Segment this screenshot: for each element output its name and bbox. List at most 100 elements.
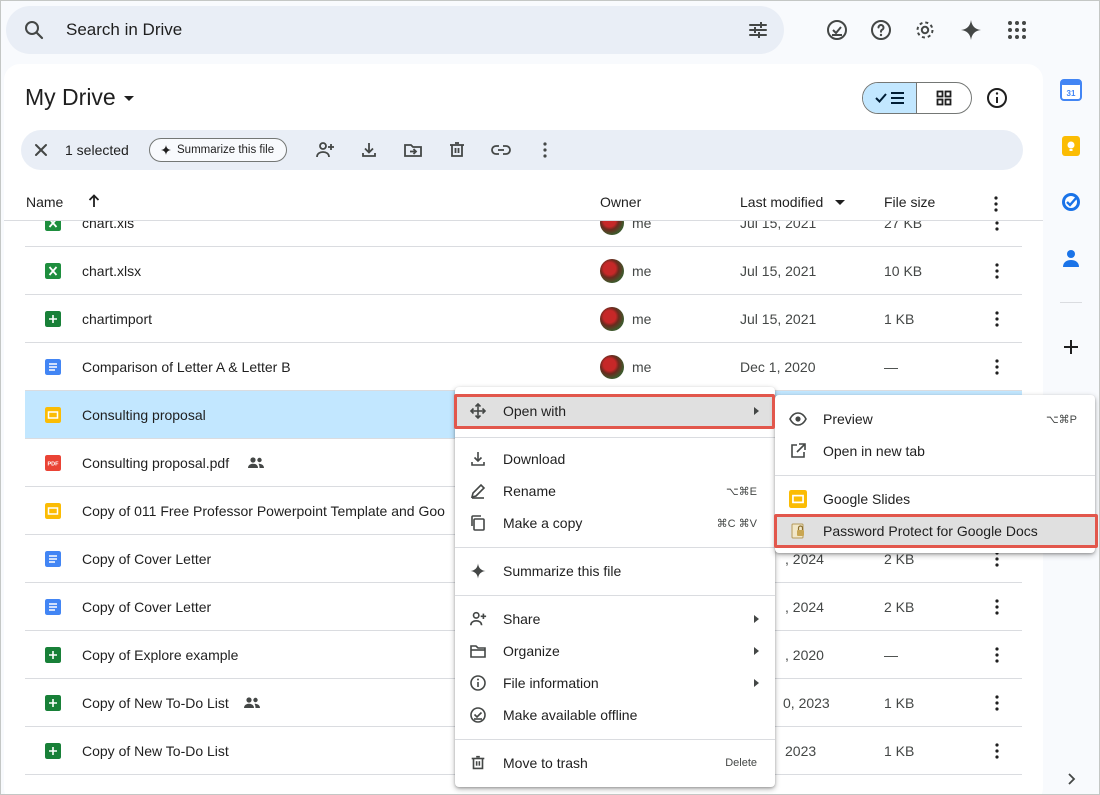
- file-modified: Jul 15, 2021: [740, 263, 817, 279]
- submenu-open-new-tab-label: Open in new tab: [823, 443, 925, 459]
- table-row[interactable]: Comparison of Letter A & Letter B me Dec…: [25, 343, 1022, 391]
- sort-up-arrow-icon[interactable]: [86, 193, 102, 209]
- menu-open-with[interactable]: Open with: [455, 395, 775, 427]
- share-person-icon[interactable]: [315, 140, 335, 160]
- info-icon[interactable]: [985, 86, 1009, 110]
- menu-file-information[interactable]: File information: [455, 667, 775, 699]
- menu-make-copy-label: Make a copy: [503, 515, 583, 531]
- view-toggle[interactable]: [862, 82, 972, 114]
- file-size: 1 KB: [884, 743, 915, 759]
- column-last-modified[interactable]: Last modified: [740, 194, 823, 210]
- gemini-icon[interactable]: [959, 18, 983, 42]
- more-vert-icon[interactable]: [535, 140, 555, 160]
- row-more-icon[interactable]: [987, 309, 1007, 329]
- file-name: chartimport: [82, 311, 153, 327]
- menu-make-copy-shortcut: ⌘C ⌘V: [716, 518, 757, 530]
- column-name[interactable]: Name: [26, 194, 63, 210]
- table-row[interactable]: chart.xls me Jul 15, 2021 27 KB: [25, 220, 1022, 247]
- row-more-icon[interactable]: [987, 357, 1007, 377]
- download-icon: [471, 452, 485, 466]
- menu-make-copy[interactable]: Make a copy ⌘C ⌘V: [455, 507, 775, 539]
- file-name: Copy of Explore example: [82, 647, 239, 663]
- file-modified: , 2020: [785, 647, 824, 663]
- file-owner: me: [632, 220, 652, 231]
- menu-download-label: Download: [503, 451, 566, 467]
- settings-icon[interactable]: [913, 18, 937, 42]
- submenu-open-new-tab[interactable]: Open in new tab: [775, 435, 1095, 467]
- menu-summarize[interactable]: Summarize this file: [455, 555, 775, 587]
- menu-organize[interactable]: Organize: [455, 635, 775, 667]
- column-file-size[interactable]: File size: [884, 194, 935, 210]
- row-more-icon[interactable]: [987, 220, 1007, 233]
- sparkle-icon: [161, 145, 171, 155]
- calendar-icon[interactable]: 31: [1060, 79, 1082, 101]
- submenu-preview-label: Preview: [823, 411, 873, 427]
- tasks-icon[interactable]: [1060, 191, 1082, 213]
- download-icon[interactable]: [359, 140, 379, 160]
- row-more-icon[interactable]: [987, 645, 1007, 665]
- folder-open-icon: [470, 645, 486, 658]
- password-protect-addon-icon: [791, 523, 804, 539]
- chevron-right-icon[interactable]: [1064, 772, 1078, 786]
- file-size: 1 KB: [884, 311, 915, 327]
- submenu-password-protect-label: Password Protect for Google Docs: [823, 523, 1038, 539]
- submenu-preview-shortcut: ⌥⌘P: [1045, 414, 1077, 426]
- copy-icon: [471, 515, 485, 531]
- table-row[interactable]: chart.xlsx me Jul 15, 2021 10 KB: [25, 247, 1022, 295]
- row-more-icon[interactable]: [987, 741, 1007, 761]
- menu-rename[interactable]: Rename ⌥⌘E: [455, 475, 775, 507]
- menu-divider: [455, 595, 775, 596]
- submenu-preview[interactable]: Preview ⌥⌘P: [775, 403, 1095, 435]
- info-icon: [470, 675, 486, 691]
- keep-icon[interactable]: [1060, 135, 1082, 157]
- file-size: 10 KB: [884, 263, 923, 279]
- search-options-icon[interactable]: [746, 18, 770, 42]
- file-name: Consulting proposal.pdf: [82, 455, 230, 471]
- grid-view-button[interactable]: [917, 83, 971, 113]
- apps-grid-icon[interactable]: [1005, 18, 1029, 42]
- offline-status-icon[interactable]: [825, 18, 849, 42]
- menu-make-offline-label: Make available offline: [503, 707, 638, 723]
- link-icon[interactable]: [491, 140, 511, 160]
- file-modified: 0, 2023: [783, 695, 830, 711]
- submenu-arrow-icon: [754, 615, 759, 623]
- file-name: Copy of 011 Free Professor Powerpoint Te…: [82, 503, 445, 519]
- search-bar[interactable]: [6, 6, 784, 54]
- menu-move-to-trash[interactable]: Move to trash Delete: [455, 747, 775, 779]
- move-icon[interactable]: [403, 140, 423, 160]
- file-modified: , 2024: [785, 599, 824, 615]
- file-owner: me: [632, 359, 652, 375]
- menu-open-with-label: Open with: [503, 403, 567, 419]
- search-input[interactable]: [66, 14, 706, 46]
- column-owner[interactable]: Owner: [600, 194, 641, 210]
- page-title[interactable]: My Drive: [25, 84, 136, 111]
- open-with-submenu: Preview ⌥⌘P Open in new tab Google Slide…: [775, 395, 1095, 553]
- contacts-icon[interactable]: [1060, 247, 1082, 269]
- help-icon[interactable]: [869, 18, 893, 42]
- menu-download[interactable]: Download: [455, 443, 775, 475]
- pdf-file-icon: PDF: [45, 455, 61, 471]
- file-name: Copy of New To-Do List: [82, 743, 229, 759]
- summarize-file-button[interactable]: Summarize this file: [149, 138, 288, 162]
- row-more-icon[interactable]: [987, 597, 1007, 617]
- add-addon-icon[interactable]: [1060, 336, 1082, 358]
- sheets-file-icon: [45, 647, 61, 663]
- context-menu: Open with Download Rename ⌥⌘E Make a cop…: [455, 387, 775, 787]
- row-more-icon[interactable]: [987, 693, 1007, 713]
- submenu-password-protect[interactable]: Password Protect for Google Docs: [775, 515, 1095, 547]
- list-view-button[interactable]: [863, 83, 918, 113]
- file-modified: Jul 15, 2021: [740, 220, 817, 231]
- menu-make-offline[interactable]: Make available offline: [455, 699, 775, 731]
- page-title-text: My Drive: [25, 84, 116, 110]
- menu-divider: [775, 475, 1095, 476]
- table-row[interactable]: chartimport me Jul 15, 2021 1 KB: [25, 295, 1022, 343]
- docs-file-icon: [45, 599, 61, 615]
- file-modified: Dec 1, 2020: [740, 359, 816, 375]
- column-more-icon[interactable]: [986, 194, 1006, 214]
- row-more-icon[interactable]: [987, 261, 1007, 281]
- shared-people-icon: [244, 697, 260, 708]
- close-icon[interactable]: [31, 140, 51, 160]
- submenu-google-slides[interactable]: Google Slides: [775, 483, 1095, 515]
- menu-share[interactable]: Share: [455, 603, 775, 635]
- trash-icon[interactable]: [447, 140, 467, 160]
